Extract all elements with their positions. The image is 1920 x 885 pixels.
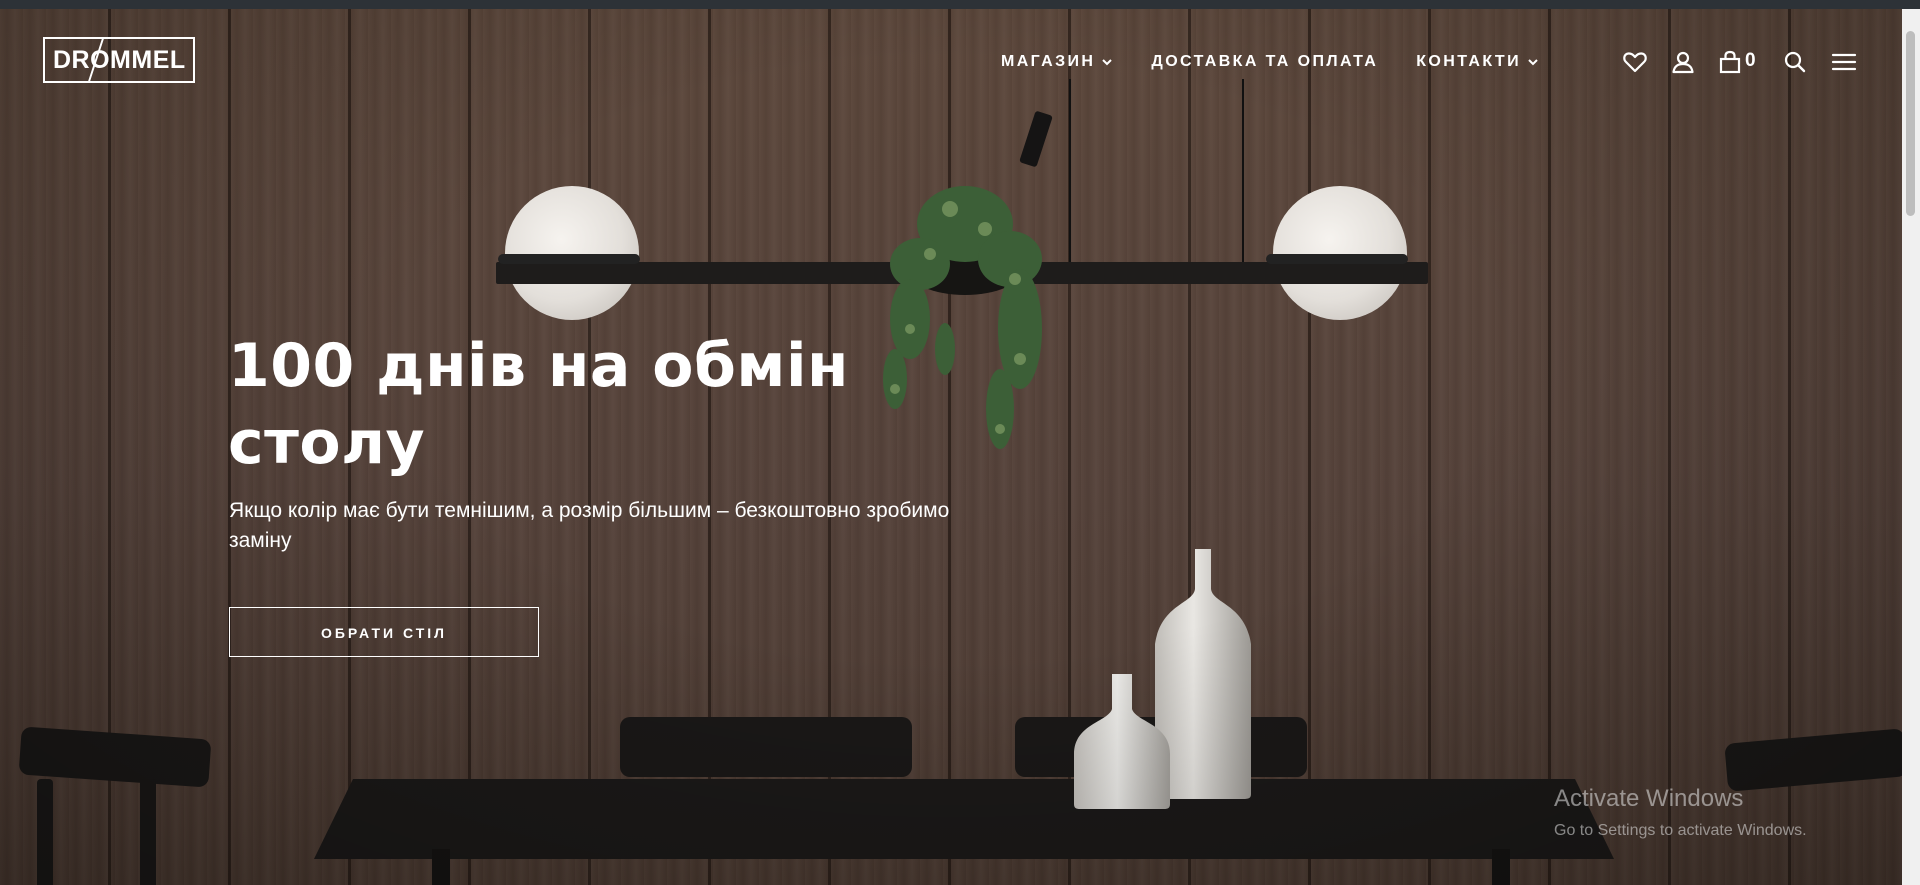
chevron-down-icon: [1102, 59, 1113, 66]
shopping-bag-icon[interactable]: [1717, 49, 1743, 75]
nav-item-label: МАГАЗИН: [1001, 53, 1096, 70]
nav-item-label: КОНТАКТИ: [1416, 53, 1521, 70]
heart-icon[interactable]: [1622, 49, 1648, 75]
chevron-down-icon: [1528, 59, 1538, 66]
watermark-title: Activate Windows: [1554, 785, 1744, 812]
nav-item-delivery[interactable]: ДОСТАВКА ТА ОПЛАТА: [1151, 51, 1378, 73]
main-nav: МАГАЗИН ДОСТАВКА ТА ОПЛАТА КОНТАКТИ: [1001, 51, 1539, 73]
windows-activation-watermark: Activate Windows Go to Settings to activ…: [1554, 784, 1807, 842]
scrollbar-thumb[interactable]: [1906, 31, 1915, 216]
hero-title: 100 днів на обмін столу: [228, 331, 849, 478]
nav-item-shop[interactable]: МАГАЗИН: [1001, 51, 1113, 73]
nav-item-label: ДОСТАВКА ТА ОПЛАТА: [1151, 53, 1379, 70]
nav-item-contacts[interactable]: КОНТАКТИ: [1416, 51, 1539, 73]
hero-subtitle: Якщо колір має бути темнішим, а розмір б…: [229, 499, 950, 552]
watermark-subtitle: Go to Settings to activate Windows.: [1554, 822, 1807, 839]
browser-top-strip: [0, 0, 1920, 9]
choose-table-button[interactable]: ОБРАТИ СТІЛ: [229, 607, 539, 657]
hamburger-menu-icon[interactable]: [1830, 49, 1858, 75]
user-icon[interactable]: [1670, 49, 1696, 75]
site-logo[interactable]: DROMMEL: [43, 37, 195, 83]
page-scrollbar[interactable]: [1902, 9, 1920, 885]
search-icon[interactable]: [1782, 49, 1808, 75]
cart-count-badge[interactable]: 0: [1745, 50, 1756, 72]
